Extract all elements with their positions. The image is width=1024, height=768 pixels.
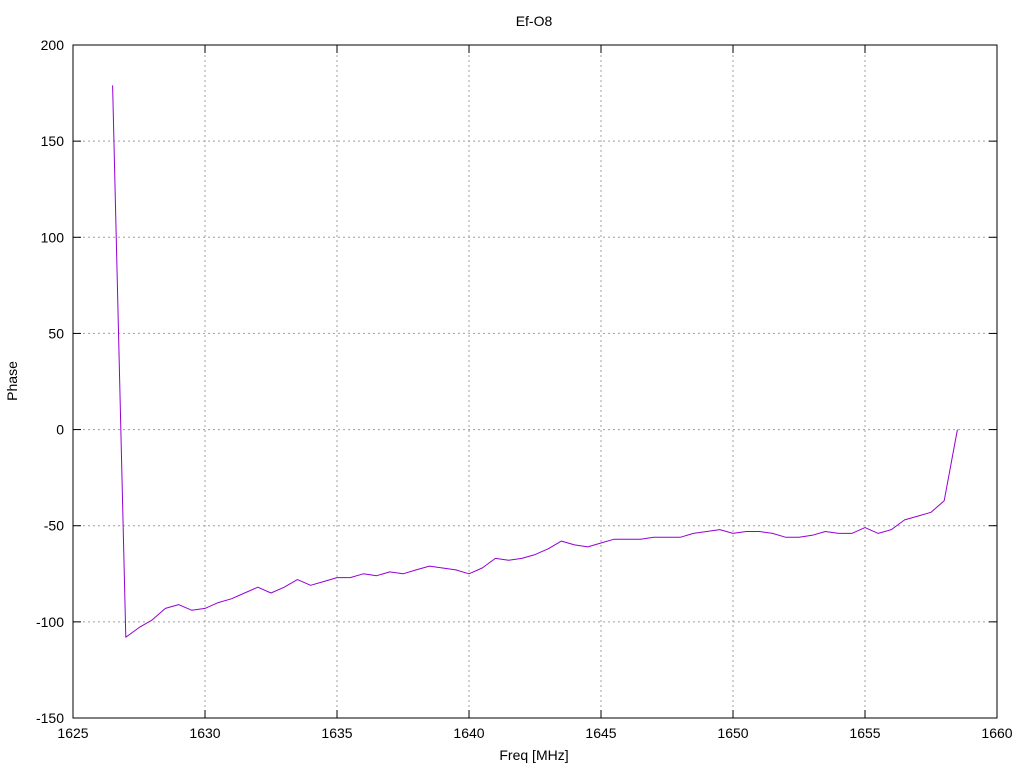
chart-title: Ef-O8: [516, 13, 553, 29]
chart-background: [0, 0, 1024, 768]
y-tick-label: -50: [44, 518, 64, 534]
y-tick-label: 200: [41, 37, 65, 53]
y-axis-label: Phase: [4, 361, 20, 401]
x-axis-label: Freq [MHz]: [499, 747, 568, 763]
phase-chart: Ef-O8 1625 1630 1635 1640 1645 1650 1655 1660 -…: [0, 0, 1024, 768]
y-tick-label: 100: [41, 229, 65, 245]
y-tick-label: -100: [36, 614, 64, 630]
y-tick-label: -150: [36, 710, 64, 726]
x-tick-label: 1650: [717, 725, 748, 741]
x-tick-label: 1635: [321, 725, 352, 741]
x-tick-label: 1655: [849, 725, 880, 741]
x-tick-label: 1660: [981, 725, 1012, 741]
y-tick-label: 0: [56, 422, 64, 438]
x-tick-label: 1645: [585, 725, 616, 741]
x-tick-label: 1625: [57, 725, 88, 741]
y-tick-label: 50: [48, 325, 64, 341]
x-tick-label: 1640: [453, 725, 484, 741]
y-tick-label: 150: [41, 133, 65, 149]
x-tick-label: 1630: [189, 725, 220, 741]
